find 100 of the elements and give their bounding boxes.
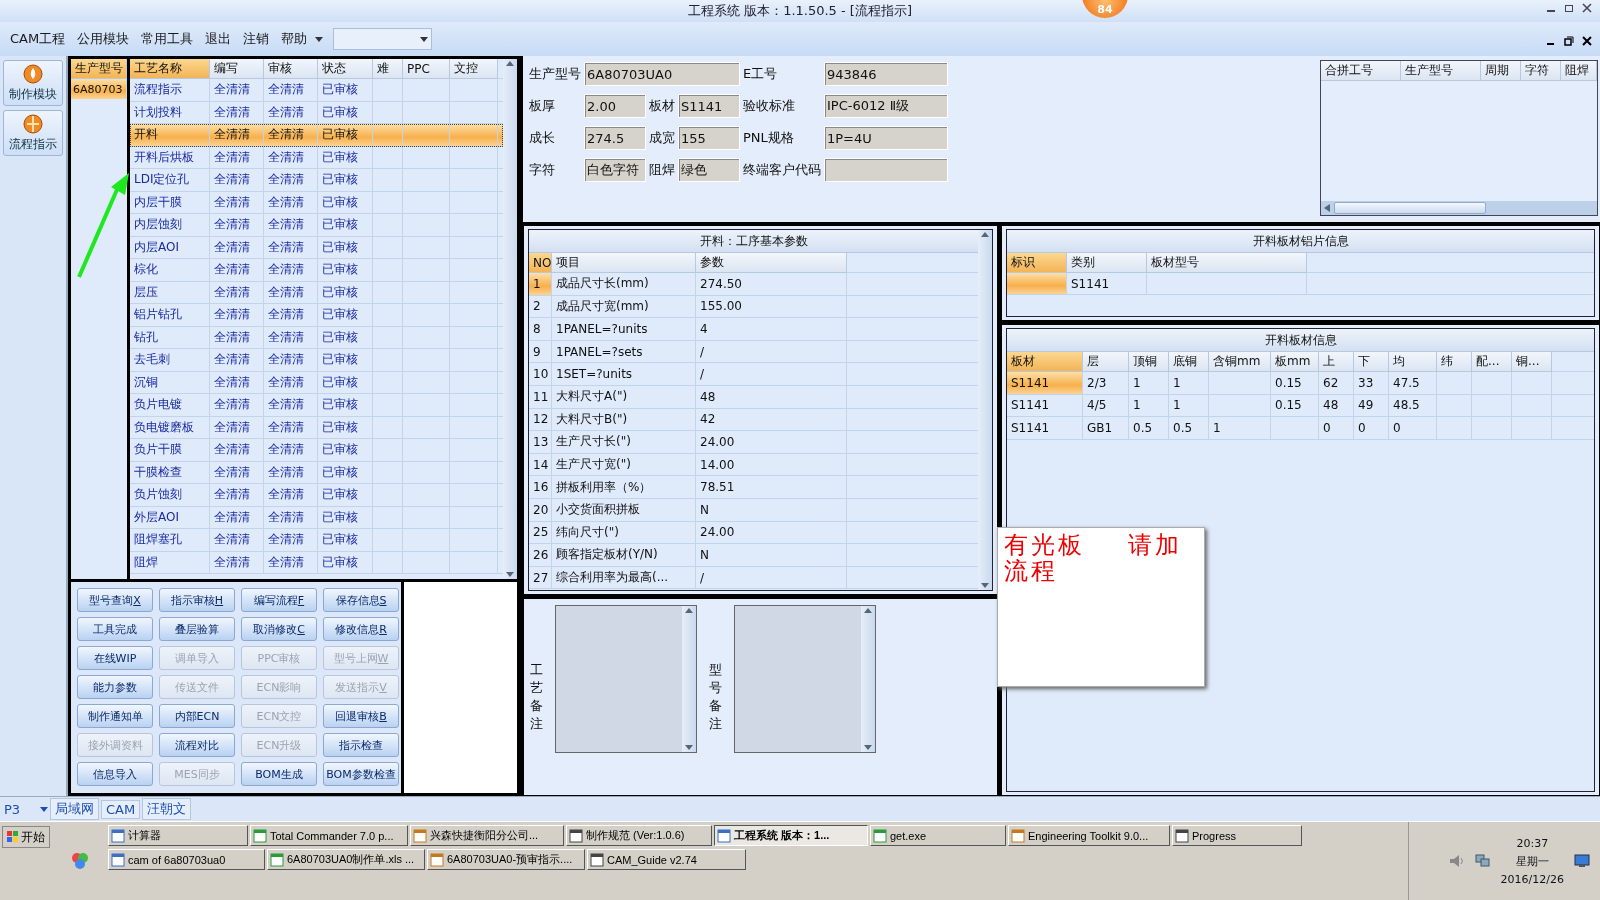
process-row[interactable]: LDI定位孔 全清清 全清清 已审核 (130, 169, 503, 192)
dropdown[interactable]: P3 (4, 801, 48, 817)
action-button[interactable]: 指示检查 (323, 733, 399, 757)
action-button[interactable]: BOM参数检查 (323, 762, 399, 786)
action-button[interactable]: 信息导入 (77, 762, 153, 786)
action-button[interactable]: 制作通知单 (77, 704, 153, 728)
nav-button[interactable]: 流程指示 (3, 110, 63, 156)
taskbar-item[interactable]: 6A80703UA0制作单.xls ... (267, 849, 425, 870)
restore-icon[interactable] (1564, 36, 1574, 46)
process-row[interactable]: 内层AOI 全清清 全清清 已审核 (130, 236, 503, 259)
scroll-down-icon[interactable] (980, 582, 990, 590)
app-icon[interactable] (71, 852, 89, 870)
action-button[interactable]: 在线WIP (77, 646, 153, 670)
text-field[interactable]: IPC-6012 Ⅱ级 (824, 94, 948, 118)
scrollbar[interactable] (978, 230, 992, 590)
note-field[interactable] (555, 605, 697, 753)
start-button[interactable]: 开始 (2, 826, 50, 848)
menu-item[interactable]: CAM工程 (6, 28, 70, 50)
process-row[interactable]: 层压 全清清 全清清 已审核 (130, 281, 503, 304)
menu-item[interactable]: 常用工具 (137, 28, 198, 50)
caret-icon[interactable] (420, 36, 429, 42)
taskbar-item[interactable]: cam of 6a80703ua0 (108, 849, 265, 870)
text-field[interactable]: 274.5 (584, 126, 646, 150)
process-row[interactable]: 干膜检查 全清清 全清清 已审核 (130, 461, 503, 484)
close-icon[interactable] (1582, 3, 1592, 13)
process-row[interactable]: 流程指示 全清清 全清清 已审核 (130, 79, 503, 102)
process-row[interactable]: 开料 全清清 全清清 已审核 (130, 124, 503, 147)
taskbar-item[interactable]: 工程系统 版本：1... (714, 825, 868, 846)
action-button[interactable]: 修改信息R (323, 617, 399, 641)
taskbar-item[interactable]: 计算器 (108, 825, 248, 846)
taskbar-item[interactable]: 6A80703UA0-预审指示.... (427, 849, 585, 870)
status-tab[interactable]: 汪朝文 (142, 798, 192, 820)
process-row[interactable]: 钻孔 全清清 全清清 已审核 (130, 326, 503, 349)
scrollbar[interactable] (861, 606, 875, 752)
taskbar-item[interactable]: 兴森快捷衡阳分公司... (410, 825, 564, 846)
scrollbar[interactable] (503, 59, 517, 579)
action-button[interactable]: 取消修改C (241, 617, 317, 641)
taskbar-item[interactable]: Total Commander 7.0 p... (250, 825, 408, 846)
action-button[interactable]: 型号查询X (77, 588, 153, 612)
process-row[interactable]: 沉铜 全清清 全清清 已审核 (130, 371, 503, 394)
caret-icon[interactable] (40, 806, 48, 812)
scrollbar[interactable] (1321, 201, 1597, 215)
caret-icon[interactable] (315, 36, 324, 42)
note-field[interactable] (734, 605, 876, 753)
action-button[interactable]: 流程对比 (159, 733, 235, 757)
status-tab[interactable]: 局域网 (50, 798, 99, 820)
model-cell[interactable]: 6A80703 (71, 79, 127, 99)
action-button[interactable]: 保存信息S (323, 588, 399, 612)
process-row[interactable]: 开料后烘板 全清清 全清清 已审核 (130, 146, 503, 169)
action-button[interactable]: 指示审核H (159, 588, 235, 612)
action-button[interactable]: 编写流程F (241, 588, 317, 612)
status-tab[interactable]: CAM (101, 799, 141, 819)
text-field[interactable]: S1141 (678, 94, 740, 118)
text-field[interactable]: 943846 (824, 62, 948, 86)
process-row[interactable]: 负电镀磨板 全清清 全清清 已审核 (130, 416, 503, 439)
text-field[interactable]: 绿色 (678, 158, 740, 182)
desktop-icon[interactable] (1574, 854, 1590, 868)
scroll-up-icon[interactable] (505, 59, 515, 67)
scroll-up-icon[interactable] (684, 606, 694, 614)
menu-item[interactable]: 帮助 (277, 28, 312, 50)
text-field[interactable]: 白色字符 (584, 158, 646, 182)
menu-item[interactable]: 注销 (239, 28, 274, 50)
action-button[interactable]: 工具完成 (77, 617, 153, 641)
menu-item[interactable]: 公用模块 (73, 28, 134, 50)
text-field[interactable] (824, 158, 948, 182)
process-row[interactable]: 负片蚀刻 全清清 全清清 已审核 (130, 484, 503, 507)
menu-item[interactable]: 退出 (201, 28, 236, 50)
taskbar-item[interactable]: Progress (1172, 825, 1302, 846)
network-icon[interactable] (1474, 854, 1491, 868)
nav-button[interactable]: 制作模块 (3, 60, 63, 106)
process-row[interactable]: 铝片钻孔 全清清 全清清 已审核 (130, 304, 503, 327)
scroll-down-icon[interactable] (505, 571, 515, 579)
text-field[interactable]: 2.00 (584, 94, 646, 118)
process-row[interactable]: 负片干膜 全清清 全清清 已审核 (130, 439, 503, 462)
process-row[interactable]: 外层AOI 全清清 全清清 已审核 (130, 506, 503, 529)
process-row[interactable]: 负片电镀 全清清 全清清 已审核 (130, 394, 503, 417)
restore-icon[interactable] (1564, 3, 1574, 13)
process-row[interactable]: 阻焊塞孔 全清清 全清清 已审核 (130, 529, 503, 552)
action-button[interactable]: BOM生成 (241, 762, 317, 786)
action-button[interactable]: 叠层验算 (159, 617, 235, 641)
scroll-up-icon[interactable] (980, 230, 990, 238)
scroll-down-icon[interactable] (863, 744, 873, 752)
scroll-up-icon[interactable] (863, 606, 873, 614)
action-button[interactable]: 能力参数 (77, 675, 153, 699)
action-button[interactable]: 内部ECN (159, 704, 235, 728)
taskbar-item[interactable]: get.exe (870, 825, 1006, 846)
taskbar-item[interactable]: CAM_Guide v2.74 (587, 849, 746, 870)
text-field[interactable]: 6A80703UA0 (584, 62, 740, 86)
action-button[interactable]: 回退审核B (323, 704, 399, 728)
scroll-down-icon[interactable] (684, 744, 694, 752)
process-row[interactable]: 去毛刺 全清清 全清清 已审核 (130, 349, 503, 372)
process-row[interactable]: 棕化 全清清 全清清 已审核 (130, 259, 503, 282)
scrollbar[interactable] (682, 606, 696, 752)
text-field[interactable]: 155 (678, 126, 740, 150)
process-row[interactable]: 内层干膜 全清清 全清清 已审核 (130, 191, 503, 214)
close-icon[interactable] (1582, 36, 1592, 46)
process-row[interactable]: 内层蚀刻 全清清 全清清 已审核 (130, 214, 503, 237)
taskbar-item[interactable]: Engineering Toolkit 9.0... (1008, 825, 1170, 846)
process-row[interactable]: 阻焊 全清清 全清清 已审核 (130, 551, 503, 574)
taskbar-item[interactable]: 制作规范 (Ver:1.0.6) (566, 825, 712, 846)
